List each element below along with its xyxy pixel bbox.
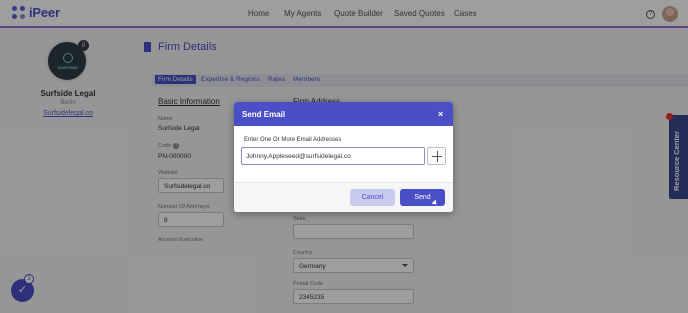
- cancel-button[interactable]: Cancel: [350, 189, 395, 206]
- email-field-label: Enter One Or More Email Addresses: [244, 137, 342, 143]
- send-email-modal: Send Email × Enter One Or More Email Add…: [234, 102, 453, 212]
- modal-footer: Cancel Send: [234, 182, 453, 212]
- modal-header: Send Email ×: [234, 102, 453, 126]
- modal-title: Send Email: [242, 110, 286, 119]
- send-button[interactable]: Send: [400, 189, 445, 206]
- close-icon[interactable]: ×: [438, 109, 443, 119]
- email-input[interactable]: Johnny.Appleseed@surfsidelegal.co: [241, 147, 425, 165]
- add-email-button[interactable]: [427, 147, 446, 165]
